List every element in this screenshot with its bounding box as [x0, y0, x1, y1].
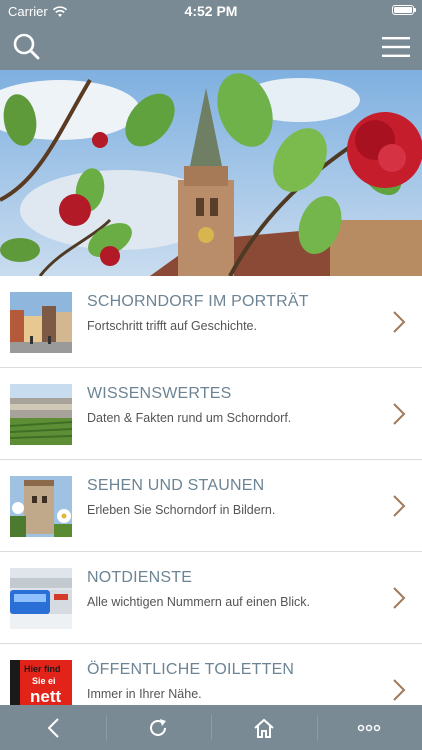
list-item-title: ÖFFENTLICHE TOILETTEN	[87, 661, 295, 678]
bottom-toolbar	[0, 705, 422, 750]
home-button[interactable]	[211, 705, 317, 750]
list-item[interactable]: SEHEN UND STAUNEN Erleben Sie Schorndorf…	[0, 460, 422, 552]
more-button[interactable]	[316, 705, 422, 750]
list-item-subtitle: Daten & Fakten rund um Schorndorf.	[87, 411, 292, 425]
chevron-right-icon	[393, 587, 406, 609]
list-item-title: NOTDIENSTE	[87, 569, 193, 586]
list-item-title: SCHORNDORF IM PORTRÄT	[87, 293, 309, 310]
thumbnail-police-light	[10, 568, 72, 629]
chevron-right-icon	[393, 403, 406, 425]
list-item[interactable]: NOTDIENSTE Alle wichtigen Nummern auf ei…	[0, 552, 422, 644]
clock: 4:52 PM	[184, 3, 238, 19]
thumbnail-town-square	[10, 292, 72, 353]
menu-list: SCHORNDORF IM PORTRÄT Fortschritt trifft…	[0, 276, 422, 736]
search-icon[interactable]	[12, 32, 42, 62]
home-icon	[254, 718, 274, 738]
list-item-subtitle: Fortschritt trifft auf Geschichte.	[87, 319, 257, 333]
hero-illustration	[0, 70, 422, 276]
reload-icon	[150, 718, 167, 736]
status-bar: Carrier 4:52 PM	[0, 0, 422, 22]
thumb-text-line2: Sie ei	[32, 676, 56, 686]
thumbnail-vineyard-town	[10, 384, 72, 445]
back-button[interactable]	[0, 705, 106, 750]
list-item-title: WISSENSWERTES	[87, 385, 232, 402]
list-item[interactable]: SCHORNDORF IM PORTRÄT Fortschritt trifft…	[0, 276, 422, 368]
chevron-right-icon	[393, 311, 406, 333]
list-item[interactable]: WISSENSWERTES Daten & Fakten rund um Sch…	[0, 368, 422, 460]
top-bar: Carrier 4:52 PM	[0, 0, 422, 70]
list-item-subtitle: Erleben Sie Schorndorf in Bildern.	[87, 503, 276, 517]
hamburger-menu-icon[interactable]	[380, 34, 412, 60]
list-item-subtitle: Alle wichtigen Nummern auf einen Blick.	[87, 595, 311, 609]
back-icon	[47, 717, 59, 738]
battery-icon	[392, 5, 416, 15]
hero-image	[0, 70, 422, 276]
list-item-title: SEHEN UND STAUNEN	[87, 477, 265, 494]
chevron-right-icon	[393, 495, 406, 517]
thumb-text-line1: Hier find	[24, 664, 61, 674]
more-icon	[358, 724, 381, 731]
list-item-subtitle: Immer in Ihrer Nähe.	[87, 687, 202, 701]
thumbnail-castle-flowers	[10, 476, 72, 537]
thumb-text-line3: nett	[30, 687, 62, 706]
reload-button[interactable]	[105, 705, 212, 750]
chevron-right-icon	[393, 679, 406, 701]
